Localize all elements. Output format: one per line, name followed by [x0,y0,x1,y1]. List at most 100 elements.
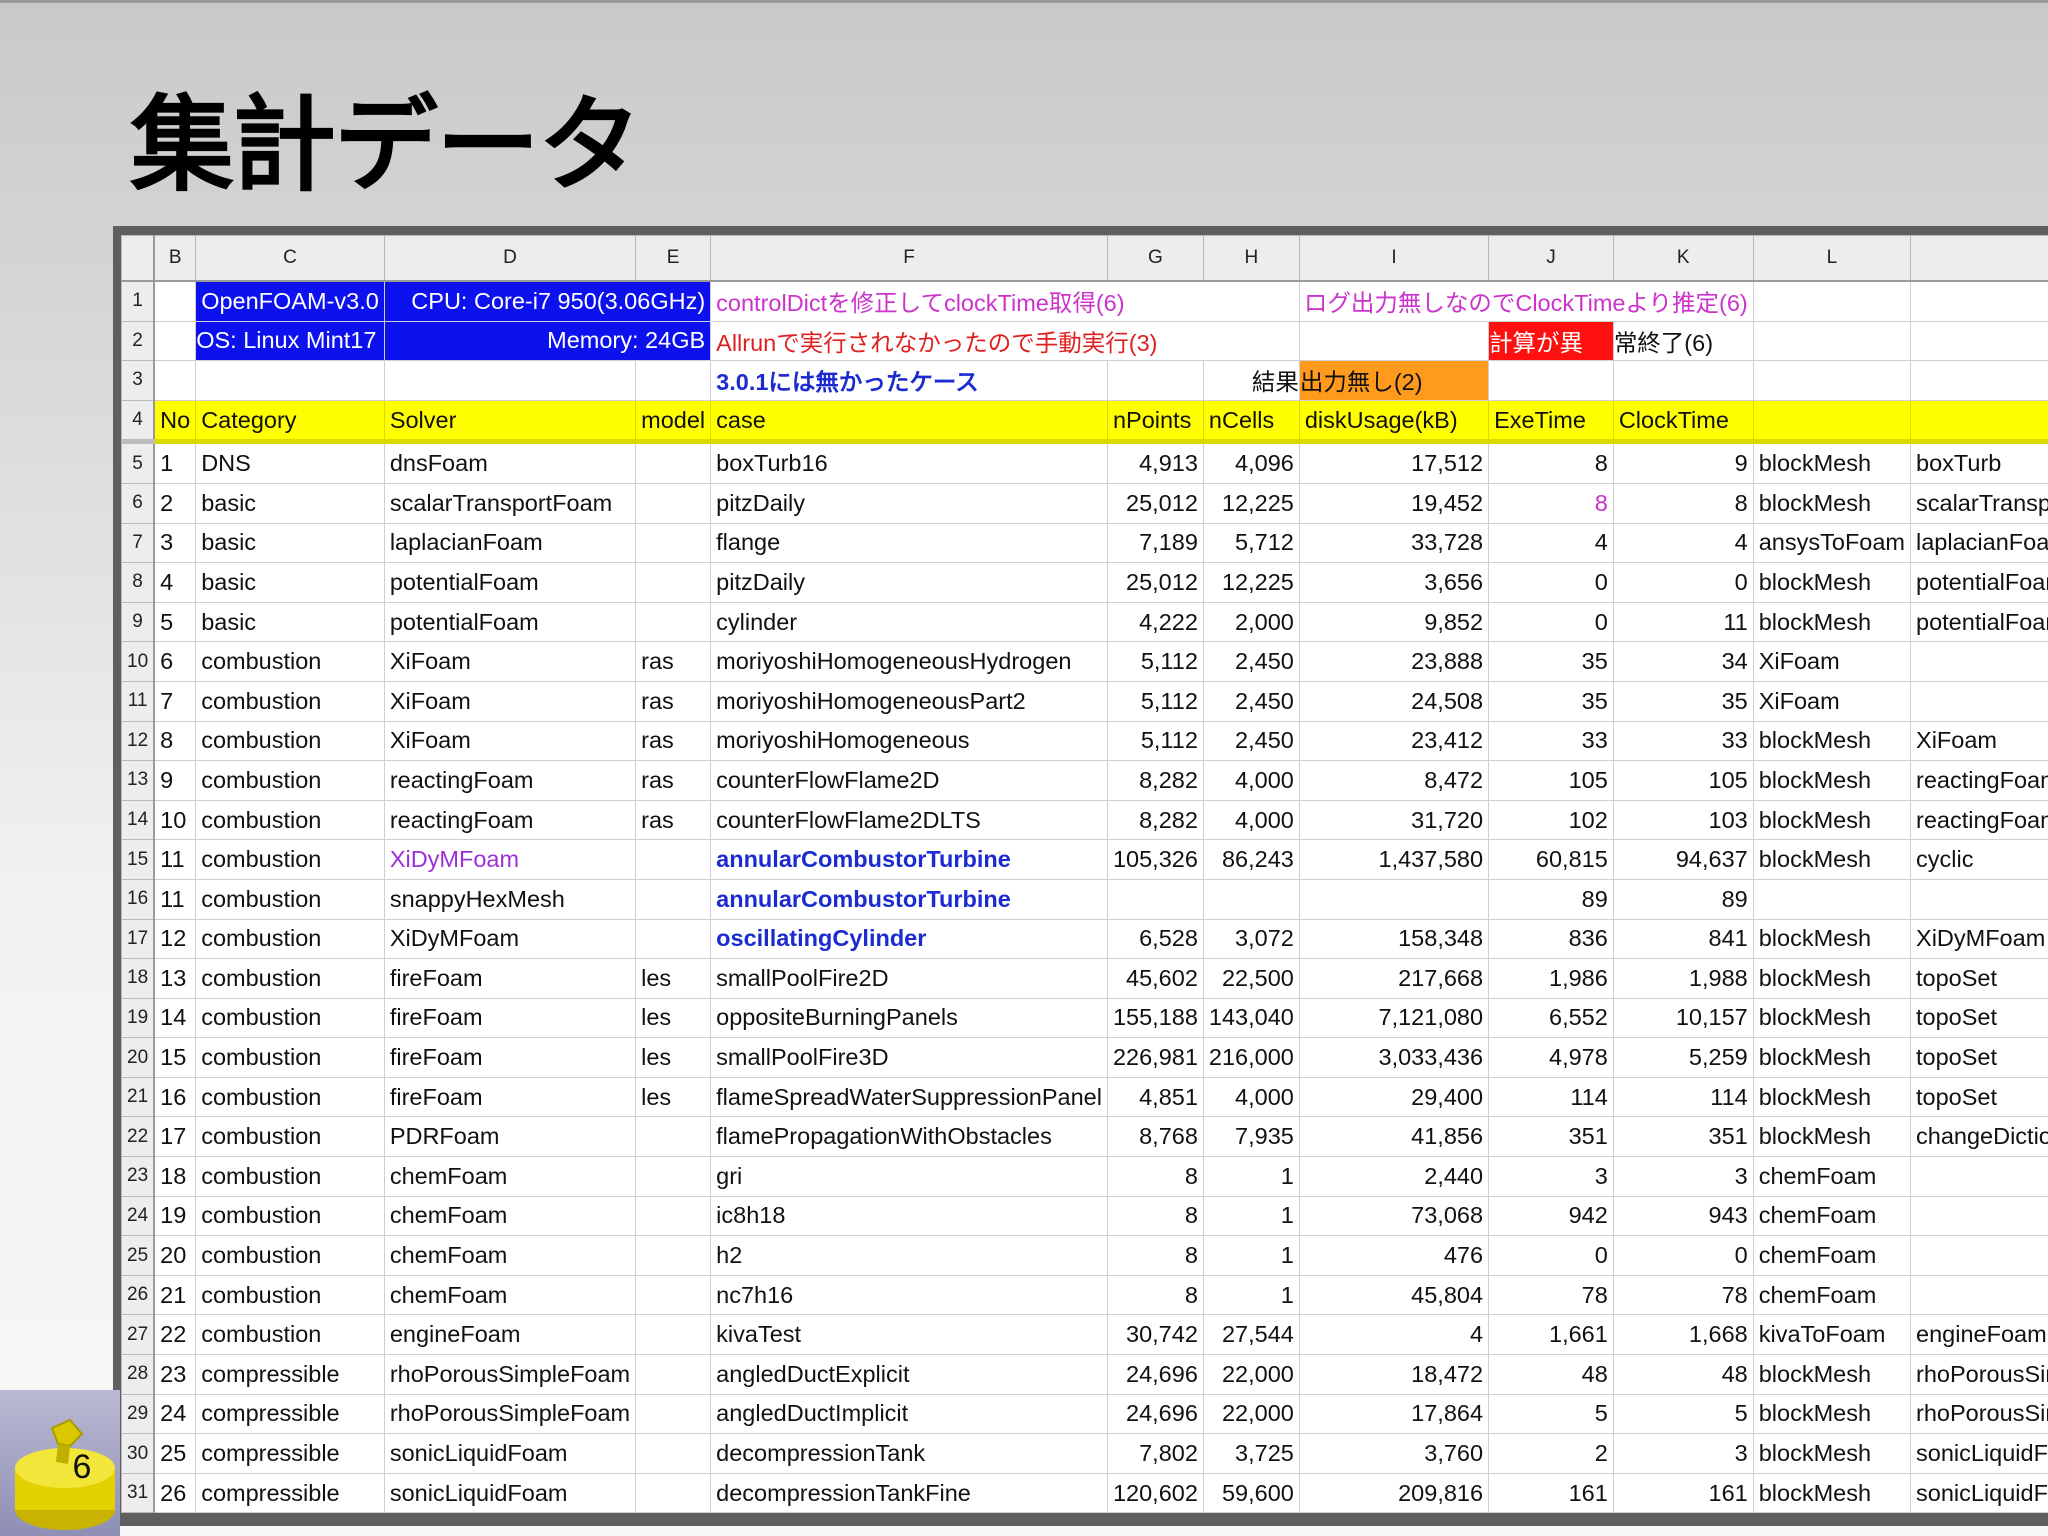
cell-run-tool[interactable]: sonicLiquidFoam [1910,1472,2048,1513]
cell-npoints[interactable]: 4,851 [1106,1076,1204,1118]
cell-run-tool[interactable]: boxTurb [1910,441,2048,484]
cell-npoints[interactable]: 4,913 [1106,441,1204,484]
cell-solver[interactable]: sonicLiquidFoam [383,1472,637,1513]
cell[interactable] [153,360,197,401]
cell-run-tool[interactable]: rhoPorousSimpleFoam [1910,1393,2048,1435]
cell-diskusage[interactable]: 33,728 [1298,522,1490,564]
cell-clocktime[interactable]: 3 [1612,1156,1754,1197]
cell-ncells[interactable]: 22,000 [1202,1354,1300,1395]
row-header[interactable]: 15 [121,839,156,880]
cell-category[interactable]: combustion [195,680,385,722]
cell-npoints[interactable]: 30,742 [1106,1314,1204,1356]
cell-prep-tool[interactable]: blockMesh [1752,799,1912,841]
cell-solver[interactable]: chemFoam [383,1235,637,1276]
cell-model[interactable] [635,562,712,603]
cell[interactable] [635,360,712,401]
cell-solver[interactable]: PDRFoam [383,1116,637,1158]
cell-prep-tool[interactable]: ansysToFoam [1752,522,1912,564]
cell-category[interactable]: combustion [195,720,385,762]
cell-npoints[interactable]: 8 [1106,1235,1204,1276]
cell-no[interactable]: 10 [153,799,197,841]
column-header[interactable]: G [1106,235,1204,282]
cell-exetime[interactable]: 35 [1488,641,1614,682]
cell-diskusage[interactable]: 24,508 [1298,680,1490,722]
cell-clocktime[interactable]: 1,988 [1612,958,1754,999]
cell-exetime[interactable]: 351 [1488,1116,1614,1158]
cell-npoints[interactable]: 24,696 [1106,1354,1204,1395]
cell-clocktime[interactable]: 5 [1612,1393,1754,1435]
row-header[interactable]: 8 [121,562,156,603]
row-header[interactable]: 27 [121,1314,156,1356]
cell-no[interactable]: 26 [153,1472,197,1513]
cell-npoints[interactable]: 155,188 [1106,997,1204,1039]
cell-no[interactable]: 22 [153,1314,197,1356]
cell[interactable] [1752,280,1912,322]
cell-run-tool[interactable]: rhoPorousSimpleFoam [1910,1354,2048,1395]
cell-solver[interactable]: rhoPorousSimpleFoam [383,1354,637,1395]
cell-category[interactable]: combustion [195,1156,385,1197]
cell-model[interactable] [635,482,712,524]
row-header[interactable]: 9 [121,601,156,643]
cell-model[interactable] [635,839,712,880]
cell-no[interactable]: 18 [153,1156,197,1197]
cell-exetime[interactable]: 33 [1488,720,1614,762]
cell-clocktime[interactable]: 9 [1612,441,1754,484]
cell-clocktime[interactable]: 11 [1612,601,1754,643]
cell-run-tool[interactable] [1910,680,2048,722]
cell-clocktime[interactable]: 351 [1612,1116,1754,1158]
cell-npoints[interactable]: 8 [1106,1274,1204,1316]
cell-case[interactable]: flange [710,522,1108,564]
cell-exetime[interactable]: 0 [1488,562,1614,603]
cell-prep-tool[interactable]: XiFoam [1752,680,1912,722]
cell-ncells[interactable]: 59,600 [1202,1472,1300,1513]
cell-ncells[interactable]: 1 [1202,1156,1300,1197]
cell-model[interactable]: ras [635,760,712,801]
header-cell-npoints[interactable]: nPoints [1106,399,1204,445]
cell-case[interactable]: gri [710,1156,1108,1197]
cell-category[interactable]: basic [195,522,385,564]
cell[interactable] [153,320,197,362]
cell-prep-tool[interactable]: blockMesh [1752,1433,1912,1474]
cell-npoints[interactable]: 8 [1106,1195,1204,1237]
cell[interactable] [195,360,385,401]
cell-exetime[interactable]: 942 [1488,1195,1614,1237]
cell-npoints[interactable]: 6,528 [1106,918,1204,960]
cell-ncells[interactable]: 1 [1202,1274,1300,1316]
cell-case[interactable]: oscillatingCylinder [710,918,1108,960]
cell-exetime[interactable]: 0 [1488,601,1614,643]
cell-npoints[interactable]: 105,326 [1106,839,1204,880]
cell-npoints[interactable]: 5,112 [1106,720,1204,762]
cell-npoints[interactable]: 8 [1106,1156,1204,1197]
cell-model[interactable] [635,1235,712,1276]
cell-ncells[interactable]: 7,935 [1202,1116,1300,1158]
cell-diskusage[interactable]: 217,668 [1298,958,1490,999]
cell-no[interactable]: 14 [153,997,197,1039]
cell-case[interactable]: oppositeBurningPanels [710,997,1108,1039]
cell-prep-tool[interactable]: blockMesh [1752,1354,1912,1395]
cell-solver[interactable]: sonicLiquidFoam [383,1433,637,1474]
memory-info-cell[interactable]: Memory: 24GB [383,320,712,362]
cell-ncells[interactable]: 27,544 [1202,1314,1300,1356]
cell-solver[interactable]: fireFoam [383,997,637,1039]
cell-prep-tool[interactable]: kivaToFoam [1752,1314,1912,1356]
cell-clocktime[interactable]: 10,157 [1612,997,1754,1039]
cell-category[interactable]: compressible [195,1433,385,1474]
cell-exetime[interactable]: 6,552 [1488,997,1614,1039]
row-header[interactable]: 20 [121,1037,156,1078]
cell-npoints[interactable]: 7,189 [1106,522,1204,564]
cell-model[interactable]: ras [635,799,712,841]
cell-diskusage[interactable]: 3,760 [1298,1433,1490,1474]
header-cell-case[interactable]: case [710,399,1108,445]
cell-clocktime[interactable]: 89 [1612,878,1754,920]
row-header[interactable]: 30 [121,1433,156,1474]
cell-model[interactable]: ras [635,720,712,762]
cell-npoints[interactable]: 25,012 [1106,482,1204,524]
cell-exetime[interactable]: 78 [1488,1274,1614,1316]
cell-ncells[interactable]: 86,243 [1202,839,1300,880]
cell-diskusage[interactable]: 3,656 [1298,562,1490,603]
header-cell[interactable] [1752,399,1912,445]
cell-diskusage[interactable]: 3,033,436 [1298,1037,1490,1078]
cell-exetime[interactable]: 161 [1488,1472,1614,1513]
cell-model[interactable] [635,1433,712,1474]
cell-ncells[interactable]: 1 [1202,1235,1300,1276]
